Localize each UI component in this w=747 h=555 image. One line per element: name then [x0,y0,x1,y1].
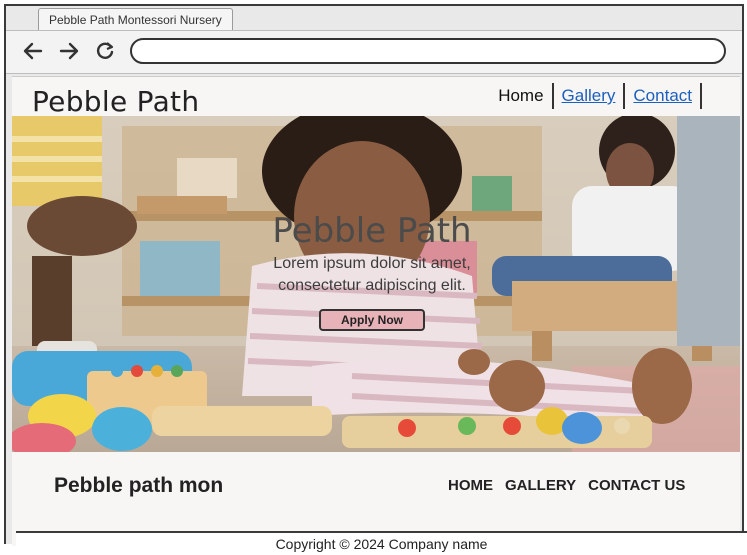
footer-home-link[interactable]: HOME [448,477,493,494]
hero-banner: Pebble Path Lorem ipsum dolor sit amet, … [12,116,740,452]
tab-title: Pebble Path Montessori Nursery [49,13,222,27]
copyright-text: Copyright © 2024 Company name [275,536,488,552]
browser-window: Pebble Path Montessori Nursery Pebble Pa… [4,4,744,546]
nav-gallery-link[interactable]: Gallery [554,83,626,109]
footer-gallery-link[interactable]: GALLERY [505,477,576,494]
top-navigation: Home Gallery Contact [490,83,702,109]
copyright-bar: Copyright © 2024 Company name [16,531,747,554]
web-page: Pebble Path Home Gallery Contact Pebble … [12,76,740,546]
nav-home-link[interactable]: Home [490,83,554,109]
browser-tab[interactable]: Pebble Path Montessori Nursery [38,8,233,31]
hero-description: Lorem ipsum dolor sit amet, consectetur … [273,255,471,294]
apply-now-button[interactable]: Apply Now [319,309,425,331]
hero-content: Pebble Path Lorem ipsum dolor sit amet, … [262,211,482,331]
address-bar[interactable] [130,38,726,64]
browser-toolbar [6,30,742,74]
site-logo[interactable]: Pebble Path [32,85,199,118]
footer-contact-link[interactable]: CONTACT US [588,477,685,494]
forward-arrow-icon[interactable] [56,38,82,64]
nav-contact-link[interactable]: Contact [625,83,702,109]
back-arrow-icon[interactable] [20,38,46,64]
footer-navigation: HOME GALLERY CONTACT US [448,477,685,494]
hero-title: Pebble Path [272,211,472,251]
reload-icon[interactable] [92,38,118,64]
footer-title: Pebble path mon [54,474,224,497]
site-header: Pebble Path Home Gallery Contact [12,76,740,118]
